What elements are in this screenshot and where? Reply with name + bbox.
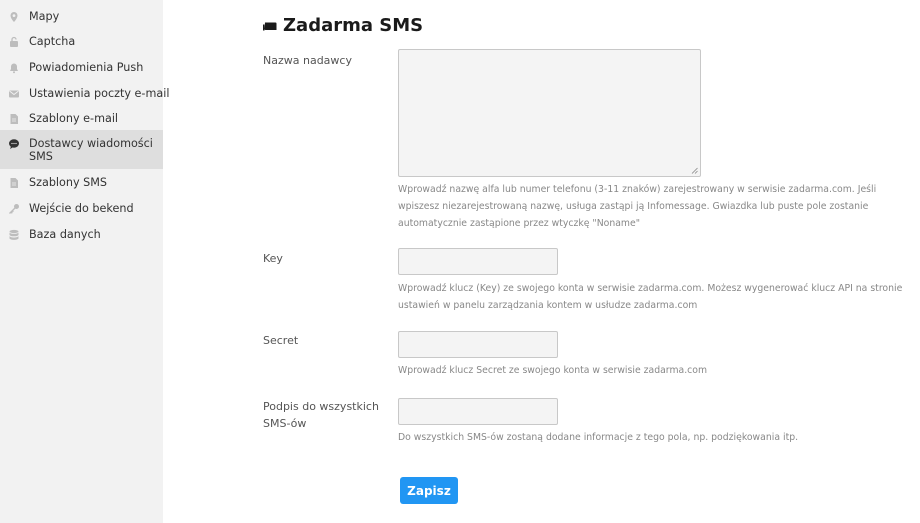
sidebar-item-label: Mapy bbox=[29, 10, 60, 23]
sender-name-textarea[interactable] bbox=[398, 49, 701, 177]
page-title: Zadarma SMS bbox=[263, 15, 423, 36]
help-line: wpiszesz niezarejestrowaną nazwę, usługa… bbox=[398, 201, 869, 212]
sidebar-item-label: Baza danych bbox=[29, 228, 101, 241]
sidebar-item-label: Wejście do bekend bbox=[29, 202, 134, 215]
sidebar-item-label: Captcha bbox=[29, 35, 76, 48]
sidebar-item-maps[interactable]: Mapy bbox=[0, 9, 163, 31]
secret-label: Secret bbox=[263, 334, 299, 347]
help-line: Do wszystkich SMS-ów zostaną dodane info… bbox=[398, 432, 799, 443]
sidebar-item-label: Ustawienia poczty e-mail bbox=[29, 87, 170, 100]
sidebar-item-label: Powiadomienia Push bbox=[29, 61, 144, 74]
sidebar-item-sms-providers[interactable]: Dostawcy wiadomości SMS bbox=[0, 130, 163, 169]
key-input[interactable] bbox=[398, 248, 558, 275]
signature-help: Do wszystkich SMS-ów zostaną dodane info… bbox=[398, 429, 903, 446]
help-line: Wprowadź nazwę alfa lub numer telefonu (… bbox=[398, 184, 877, 195]
signature-label-line1: Podpis do wszystkich bbox=[263, 400, 379, 413]
document-icon bbox=[10, 178, 18, 188]
signature-label: Podpis do wszystkich SMS-ów bbox=[263, 398, 379, 432]
sidebar-item-captcha[interactable]: Captcha bbox=[0, 34, 163, 56]
page-title-text: Zadarma SMS bbox=[283, 15, 424, 36]
sender-name-help: Wprowadź nazwę alfa lub numer telefonu (… bbox=[398, 181, 903, 232]
sidebar-item-database[interactable]: Baza danych bbox=[0, 227, 163, 249]
sidebar-item-email-settings[interactable]: Ustawienia poczty e-mail bbox=[0, 86, 169, 108]
map-pin-icon bbox=[10, 12, 18, 22]
signature-input[interactable] bbox=[398, 398, 558, 425]
key-icon bbox=[9, 204, 19, 214]
sender-name-label: Nazwa nadawcy bbox=[263, 54, 352, 67]
document-icon bbox=[10, 114, 18, 124]
help-line: automatycznie zastąpione przez wtyczkę "… bbox=[398, 218, 640, 229]
key-help: Wprowadź klucz (Key) ze swojego konta w … bbox=[398, 280, 903, 314]
sidebar-item-backend-login[interactable]: Wejście do bekend bbox=[0, 201, 163, 223]
sidebar: Mapy Captcha Powiadomienia Push Ustawien… bbox=[0, 0, 169, 523]
help-line: Wprowadź klucz (Key) ze swojego konta w … bbox=[398, 283, 903, 294]
sms-card-icon bbox=[263, 22, 277, 30]
key-label: Key bbox=[263, 252, 283, 265]
secret-input[interactable] bbox=[398, 331, 558, 358]
lock-icon bbox=[10, 36, 18, 47]
save-button[interactable]: Zapisz bbox=[400, 477, 458, 504]
help-line: ustawień w panelu zarządzania kontem w u… bbox=[398, 300, 698, 311]
database-icon bbox=[9, 229, 19, 240]
sidebar-item-label: Szablony SMS bbox=[29, 176, 108, 189]
sidebar-item-label-line2: SMS bbox=[29, 150, 53, 163]
sms-bubble-icon bbox=[9, 139, 19, 149]
sidebar-item-sms-templates[interactable]: Szablony SMS bbox=[0, 175, 163, 197]
sidebar-item-label: Dostawcy wiadomości bbox=[29, 137, 153, 150]
secret-help: Wprowadź klucz Secret ze swojego konta w… bbox=[398, 362, 903, 379]
resize-grip-icon[interactable] bbox=[691, 167, 698, 174]
sidebar-item-push[interactable]: Powiadomienia Push bbox=[0, 60, 163, 82]
sidebar-item-label: Szablony e-mail bbox=[29, 112, 119, 125]
envelope-icon bbox=[9, 90, 19, 98]
bell-icon bbox=[10, 63, 18, 74]
help-line: Wprowadź klucz Secret ze swojego konta w… bbox=[398, 365, 708, 376]
signature-label-line2: SMS-ów bbox=[263, 417, 307, 430]
